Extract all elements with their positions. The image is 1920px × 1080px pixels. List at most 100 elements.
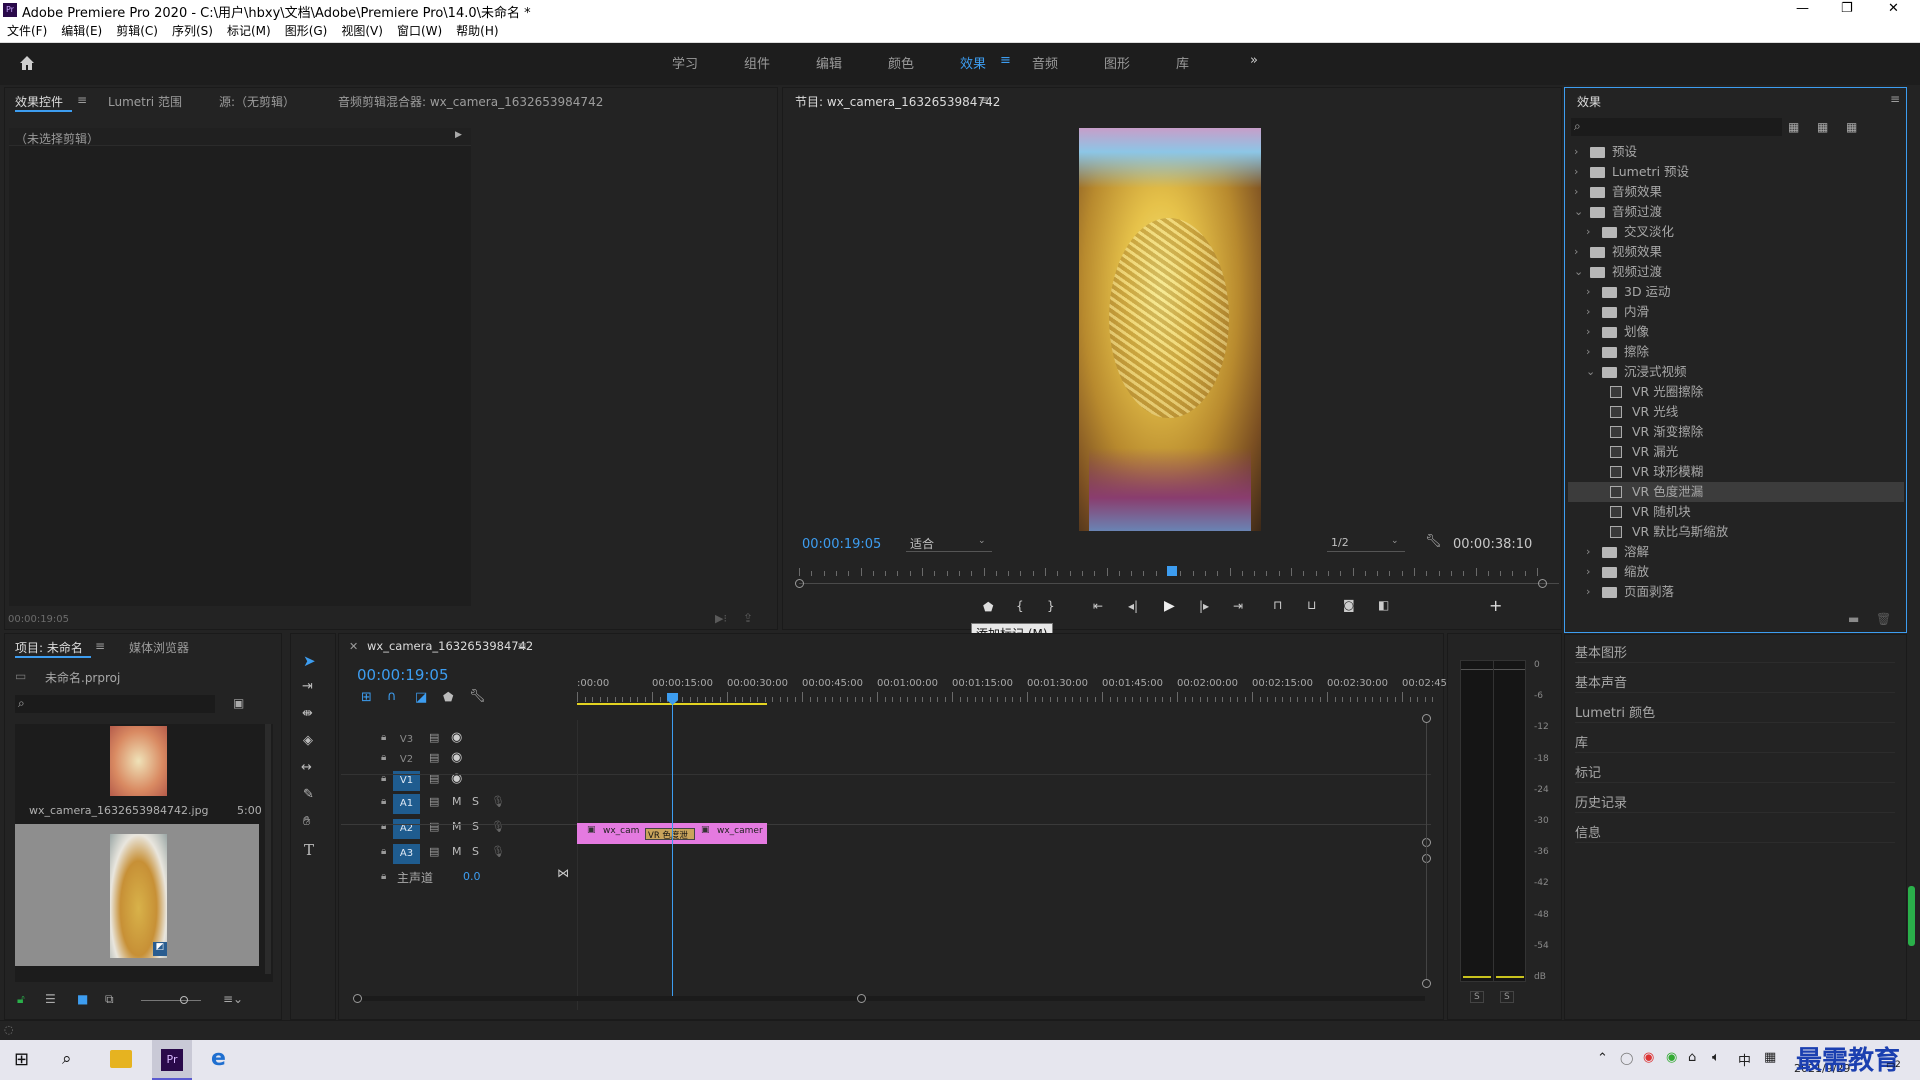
program-timecode[interactable]: 00:00:19:05 <box>802 537 881 552</box>
track-target-v3[interactable]: V3 <box>393 730 420 750</box>
go-to-out-icon[interactable]: ⇥ <box>1233 599 1243 613</box>
v-scroll-handle[interactable] <box>1422 979 1431 988</box>
lock-icon[interactable]: 🔒︎ <box>381 821 386 832</box>
chevron-right-icon[interactable]: › <box>1586 222 1590 242</box>
effects-tree-row[interactable]: › 擦除 <box>1568 342 1904 362</box>
project-menu-icon[interactable]: ≡ <box>95 639 105 653</box>
ripple-edit-tool-icon[interactable]: ⇼ <box>302 706 313 721</box>
lock-icon[interactable]: 🔓︎ <box>17 992 25 1007</box>
menu-help[interactable]: 帮助(H) <box>449 21 505 42</box>
sequence-item[interactable]: ◩ <box>15 824 259 966</box>
step-forward-icon[interactable]: |▸ <box>1199 599 1209 613</box>
track-select-tool-icon[interactable]: ⇥ <box>302 679 313 694</box>
effects-tree-row[interactable]: ⌄ 音频过渡 <box>1568 202 1904 222</box>
effects-tree-row[interactable]: › 内滑 <box>1568 302 1904 322</box>
menu-marker[interactable]: 标记(M) <box>220 21 278 42</box>
lock-icon[interactable]: 🔒︎ <box>381 846 386 857</box>
tab-media-browser[interactable]: 媒体浏览器 <box>129 639 189 656</box>
network-icon[interactable]: ⌂ <box>1688 1050 1696 1065</box>
slip-tool-icon[interactable]: ↔ <box>301 760 312 775</box>
share-icon[interactable]: ⇪ <box>743 611 753 625</box>
tray-app-icon[interactable]: ◯ <box>1620 1051 1633 1065</box>
effects-tree-row[interactable]: › 页面剥落 <box>1568 582 1904 602</box>
workspace-effects[interactable]: 效果 <box>960 53 986 72</box>
chevron-right-icon[interactable]: › <box>1586 322 1590 342</box>
tab-effect-controls[interactable]: 效果控件 <box>15 93 63 110</box>
solo-button[interactable]: S <box>472 795 479 808</box>
master-bowtie-icon[interactable]: ⋈ <box>557 866 569 880</box>
track-target-v2[interactable]: V2 <box>393 750 420 770</box>
solo-right-button[interactable]: S <box>1500 991 1514 1003</box>
effects-tree-row[interactable]: › 缩放 <box>1568 562 1904 582</box>
comparison-view-icon[interactable]: ◧ <box>1378 598 1389 612</box>
tab-audio-clip-mixer[interactable]: 音频剪辑混合器: wx_camera_1632653984742 <box>338 93 603 110</box>
maximize-button[interactable]: ❐ <box>1841 1 1853 16</box>
chevron-right-icon[interactable]: › <box>1586 302 1590 322</box>
chevron-down-icon[interactable]: ⌄ <box>1586 362 1595 382</box>
chevron-right-icon[interactable]: › <box>1574 182 1578 202</box>
chevron-right-icon[interactable]: › <box>1574 162 1578 182</box>
icon-view-icon[interactable]: ■ <box>77 992 88 1006</box>
panel-header[interactable]: 基本图形 <box>1575 639 1895 663</box>
transition-block[interactable]: VR 色度泄 <box>645 828 695 841</box>
tray-app-icon[interactable]: ◉ <box>1666 1050 1677 1065</box>
accelerated-effects-icon[interactable]: ▦ <box>1788 120 1799 134</box>
project-search-input[interactable]: ⌕ <box>15 695 215 713</box>
chevron-right-icon[interactable]: › <box>1586 342 1590 362</box>
zoom-handle-right[interactable] <box>1538 579 1547 588</box>
panel-header[interactable]: 信息 <box>1575 819 1895 843</box>
premiere-taskbar-button[interactable]: Pr <box>152 1040 192 1080</box>
timeline-ruler[interactable]: :00:00 00:00:15:00 00:00:30:00 00:00:45:00 0… <box>577 674 1450 704</box>
freeform-view-icon[interactable]: ⧉ <box>105 992 114 1007</box>
menu-edit[interactable]: 编辑(E) <box>54 21 109 42</box>
step-back-icon[interactable]: ◂| <box>1128 599 1138 613</box>
effects-tree-row[interactable]: ⌄ 沉浸式视频 <box>1568 362 1904 382</box>
sync-lock-icon[interactable]: ▤ <box>429 795 439 808</box>
project-scrollbar[interactable] <box>265 724 271 974</box>
mark-in-icon[interactable]: { <box>1016 599 1024 613</box>
32bit-effects-icon[interactable]: ▦ <box>1817 120 1828 134</box>
eye-icon[interactable]: ◉ <box>451 750 462 765</box>
timeline-h-scroll[interactable] <box>353 996 1425 1001</box>
effects-tree-row[interactable]: › 划像 <box>1568 322 1904 342</box>
new-bin-icon[interactable]: ▣ <box>233 696 244 710</box>
chevron-right-icon[interactable]: › <box>1586 282 1590 302</box>
program-menu-icon[interactable]: ≡ <box>979 93 989 107</box>
chevron-right-icon[interactable]: › <box>1574 242 1578 262</box>
tab-menu-icon[interactable]: ≡ <box>77 93 87 107</box>
lock-icon[interactable]: 🔒︎ <box>381 796 386 807</box>
sync-lock-icon[interactable]: ▤ <box>429 845 439 858</box>
panel-header[interactable]: 基本声音 <box>1575 669 1895 693</box>
h-scroll-handle-right[interactable] <box>857 994 866 1003</box>
windows-start-icon[interactable]: ⊞ <box>14 1049 29 1070</box>
workspace-menu-icon[interactable]: ≡ <box>1000 53 1011 68</box>
list-view-icon[interactable]: ☰ <box>45 992 56 1006</box>
sync-lock-icon[interactable]: ▤ <box>429 731 439 744</box>
hand-tool-icon[interactable]: ✋︎ <box>303 814 310 829</box>
add-marker-icon[interactable]: ⬟ <box>983 600 993 614</box>
chevron-down-icon[interactable]: ⌄ <box>1574 262 1583 282</box>
zoom-slider-handle[interactable] <box>180 996 188 1004</box>
new-bin-icon[interactable]: ▬ <box>1848 612 1859 626</box>
effects-tree-row[interactable]: › 预设 <box>1568 142 1904 162</box>
tray-app-icon[interactable]: ◉ <box>1643 1050 1654 1065</box>
ime-indicator[interactable]: 中 <box>1738 1050 1751 1069</box>
go-to-in-icon[interactable]: ⇤ <box>1093 599 1103 613</box>
effects-tree-row[interactable]: › 交叉淡化 <box>1568 222 1904 242</box>
add-button-icon[interactable]: + <box>1489 596 1502 615</box>
sync-lock-icon[interactable]: ▤ <box>429 820 439 833</box>
chevron-right-icon[interactable]: › <box>1574 142 1578 162</box>
edge-browser-icon[interactable]: e <box>211 1046 226 1071</box>
effects-tree-row[interactable]: VR 色度泄漏 <box>1568 482 1904 502</box>
program-zoom-bar[interactable] <box>799 583 1559 584</box>
voiceover-icon[interactable]: 🎙︎ <box>491 820 505 833</box>
fit-dropdown[interactable]: 适合 ⌄ <box>906 535 992 552</box>
effects-tree-row[interactable]: › 音频效果 <box>1568 182 1904 202</box>
lock-icon[interactable]: 🔒︎ <box>381 871 386 882</box>
yuv-effects-icon[interactable]: ▦ <box>1846 120 1857 134</box>
menu-graphics[interactable]: 图形(G) <box>278 21 335 42</box>
voiceover-icon[interactable]: 🎙︎ <box>491 845 505 858</box>
effects-tree-row[interactable]: › 3D 运动 <box>1568 282 1904 302</box>
tab-source[interactable]: 源:（无剪辑） <box>219 93 295 110</box>
panel-header[interactable]: 库 <box>1575 729 1895 753</box>
